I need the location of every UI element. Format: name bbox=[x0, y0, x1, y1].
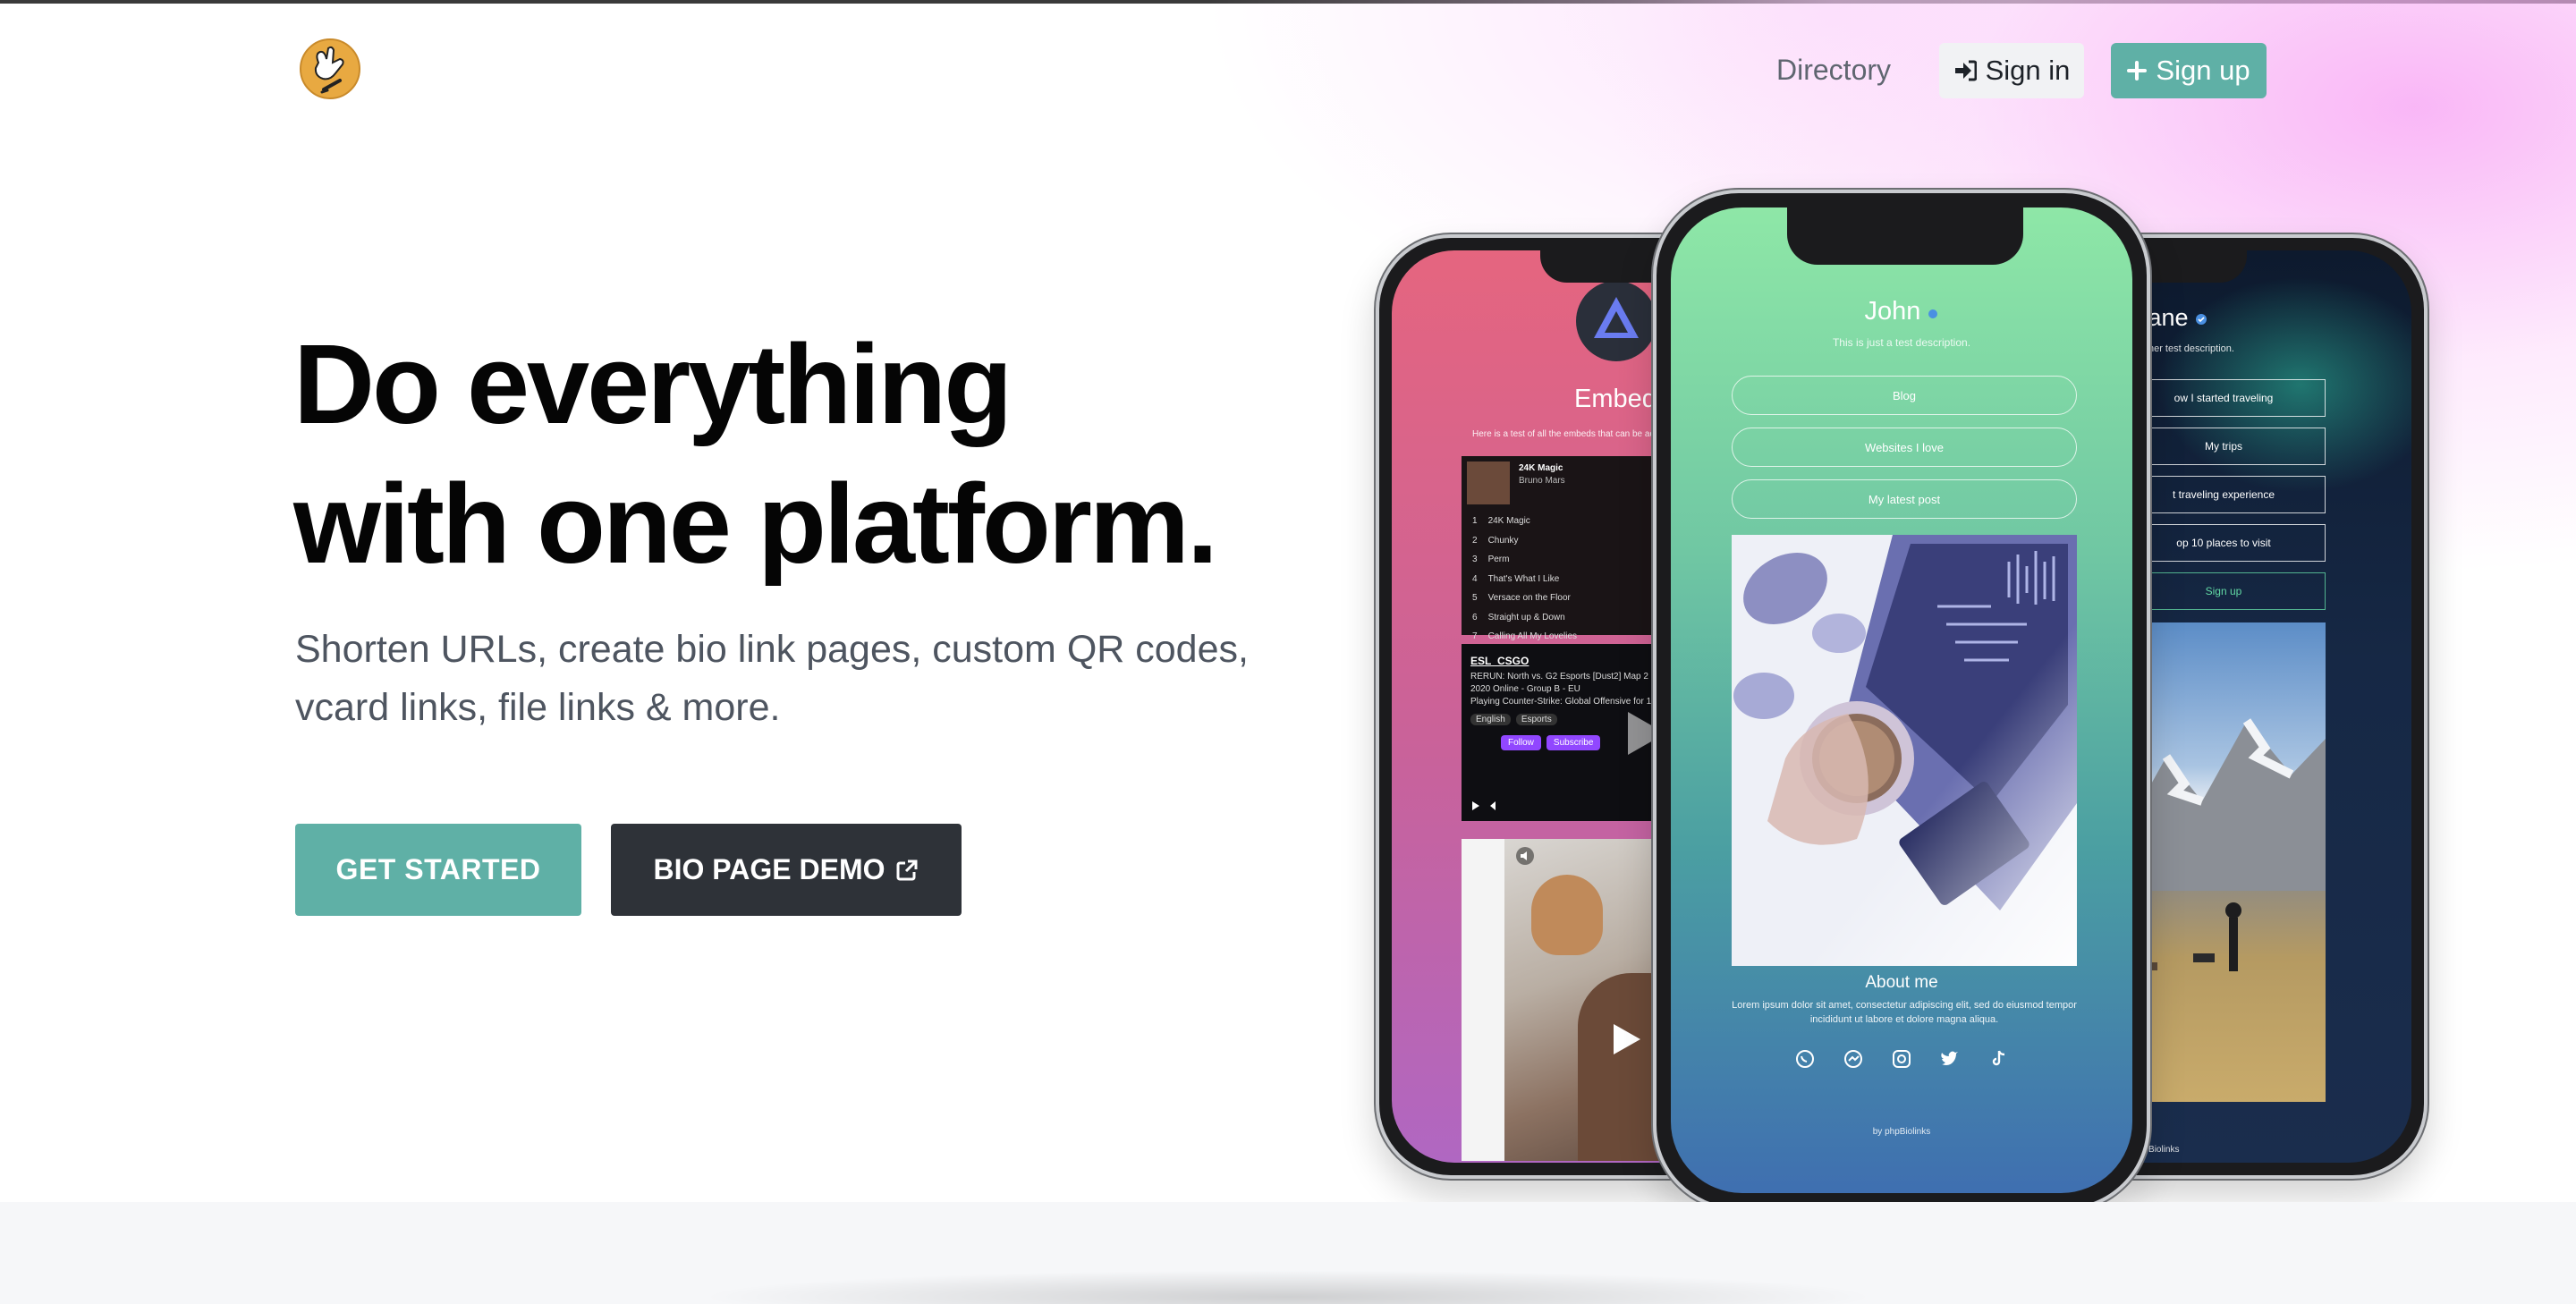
signup-button[interactable]: Sign up bbox=[2111, 43, 2267, 98]
media-controls-icon[interactable] bbox=[1470, 800, 1497, 812]
hero-title-line-1: Do everything bbox=[293, 321, 1013, 447]
about-me-text: Lorem ipsum dolor sit amet, consectetur … bbox=[1732, 1000, 2077, 1025]
embeds-avatar bbox=[1576, 281, 1657, 361]
twitch-info: RERUN: North vs. G2 Esports [Dust2] Map … bbox=[1470, 672, 1659, 707]
hero-title-line-2: with one platform. bbox=[293, 461, 1218, 587]
john-link-button[interactable]: Blog bbox=[1732, 376, 2077, 415]
jane-link-button[interactable]: My trips bbox=[2122, 428, 2326, 465]
messenger-icon[interactable] bbox=[1843, 1048, 1864, 1070]
phone-mockup-right: Jane s another test description. ow I st… bbox=[2122, 234, 2428, 1179]
mute-icon[interactable] bbox=[1515, 846, 1535, 866]
john-name: John bbox=[1671, 297, 2132, 326]
twitch-follow-button[interactable]: Follow bbox=[1501, 735, 1541, 750]
navbar: Directory Sign in Sign up bbox=[0, 4, 2576, 136]
spotify-artist: Bruno Mars bbox=[1519, 476, 1565, 486]
bio-page-demo-button[interactable]: BIO PAGE DEMO bbox=[611, 824, 962, 916]
track-item[interactable]: 1 24K Magic bbox=[1472, 512, 1577, 531]
phone-left-screen: Embeds Here is a test of all the embeds … bbox=[1392, 250, 1698, 1163]
plus-icon bbox=[2127, 61, 2148, 80]
play-icon[interactable] bbox=[1610, 1021, 1642, 1057]
twitch-tags: English Esports bbox=[1470, 714, 1557, 725]
laptop-coffee-image bbox=[1732, 535, 2077, 966]
spotify-tracklist: 1 24K Magic 2 Chunky 3 Perm 4 That's What I … bbox=[1472, 512, 1577, 647]
logo-triangle-icon bbox=[1594, 297, 1639, 338]
jane-link-button[interactable]: op 10 places to visit bbox=[2122, 524, 2326, 562]
sign-in-icon bbox=[1954, 60, 1977, 81]
john-link-button[interactable]: Websites I love bbox=[1732, 428, 2077, 467]
jane-signup-button[interactable]: Sign up bbox=[2122, 572, 2326, 610]
nav-directory-link[interactable]: Directory bbox=[1776, 54, 1891, 87]
social-links bbox=[1671, 1048, 2132, 1070]
twitch-channel: ESL_CSGO bbox=[1470, 655, 1530, 667]
shaka-hand-logo-icon bbox=[300, 38, 360, 99]
phone-right-screen: Jane s another test description. ow I st… bbox=[2122, 250, 2411, 1163]
bio-page-demo-label: BIO PAGE DEMO bbox=[653, 853, 886, 885]
hero-subtitle: Shorten URLs, create bio link pages, cus… bbox=[295, 628, 1249, 729]
instagram-icon[interactable] bbox=[1891, 1048, 1912, 1070]
logo[interactable] bbox=[297, 36, 363, 102]
signup-label: Sign up bbox=[2156, 55, 2250, 86]
track-item[interactable]: 3 Perm bbox=[1472, 550, 1577, 570]
about-me-title: About me bbox=[1865, 973, 1938, 992]
john-description: This is just a test description. bbox=[1832, 336, 1971, 349]
twitter-icon[interactable] bbox=[1939, 1048, 1961, 1070]
tiktok-icon[interactable] bbox=[1987, 1048, 2009, 1070]
phone-mockup-middle: John This is just a test description. Bl… bbox=[1653, 190, 2150, 1211]
phone-middle-screen: John This is just a test description. Bl… bbox=[1671, 207, 2132, 1193]
track-item[interactable]: 2 Chunky bbox=[1472, 531, 1577, 551]
track-item[interactable]: 6 Straight up & Down bbox=[1472, 608, 1577, 628]
jane-link-button[interactable]: t traveling experience bbox=[2122, 476, 2326, 513]
spotify-track-title: 24K Magic bbox=[1519, 463, 1563, 473]
verified-badge-icon bbox=[2196, 314, 2207, 325]
john-post-image bbox=[1732, 535, 2077, 966]
whatsapp-icon[interactable] bbox=[1794, 1048, 1816, 1070]
person-silhouette bbox=[1531, 875, 1603, 955]
phone-notch bbox=[1787, 207, 2023, 265]
john-link-button[interactable]: My latest post bbox=[1732, 479, 2077, 519]
phone-mockup-left: Embeds Here is a test of all the embeds … bbox=[1376, 234, 1701, 1179]
external-link-icon bbox=[896, 859, 918, 880]
jane-travel-photo bbox=[2122, 622, 2326, 1102]
signin-button[interactable]: Sign in bbox=[1939, 43, 2084, 98]
get-started-button[interactable]: GET STARTED bbox=[295, 824, 581, 916]
embeds-description: Here is a test of all the embeds that ca… bbox=[1472, 429, 1656, 439]
hero-title: Do everything with one platform. bbox=[293, 315, 1367, 594]
signin-label: Sign in bbox=[1985, 55, 2071, 86]
album-cover bbox=[1467, 461, 1510, 504]
twitch-actions: Follow Subscribe bbox=[1501, 735, 1601, 750]
mountain-image bbox=[2122, 718, 2326, 971]
john-branding: by phpBiolinks bbox=[1872, 1127, 1931, 1137]
track-item[interactable]: 4 That's What I Like bbox=[1472, 570, 1577, 589]
verified-badge-icon bbox=[1928, 309, 1938, 318]
jane-link-button[interactable]: ow I started traveling bbox=[2122, 379, 2326, 417]
track-item[interactable]: 5 Versace on the Floor bbox=[1472, 588, 1577, 608]
twitch-subscribe-button[interactable]: Subscribe bbox=[1546, 735, 1601, 750]
